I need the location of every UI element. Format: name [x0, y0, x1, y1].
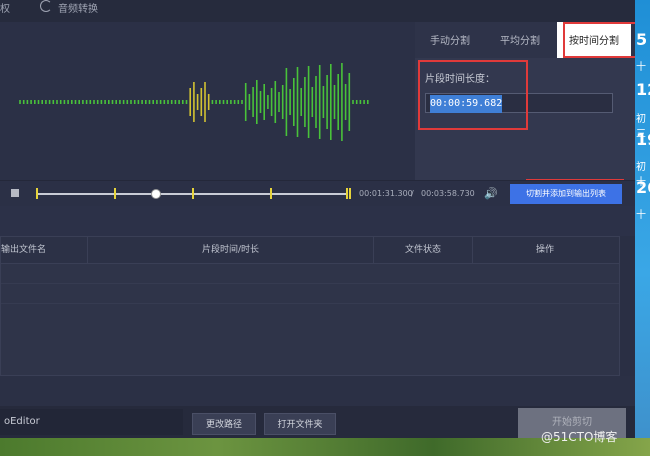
waveform-panel[interactable]	[0, 22, 415, 180]
split-and-add-button[interactable]: 切割并添加到输出列表	[510, 184, 622, 204]
calendar-day: 5	[636, 30, 648, 49]
col-output-filename[interactable]: 输出文件名	[1, 237, 88, 263]
refresh-icon	[40, 0, 52, 12]
row-divider	[1, 283, 619, 284]
highlight-segment-length	[418, 60, 528, 130]
col-file-status[interactable]: 文件状态	[374, 237, 473, 263]
stop-icon[interactable]	[11, 189, 19, 197]
calendar-lunar: 十	[636, 210, 646, 221]
segment-marker[interactable]	[36, 188, 38, 199]
segment-marker[interactable]	[114, 188, 116, 199]
current-time: 00:01:31.300	[359, 189, 413, 198]
segment-marker[interactable]	[349, 188, 351, 199]
segment-marker[interactable]	[346, 188, 348, 199]
open-folder-button[interactable]: 打开文件夹	[264, 413, 336, 435]
playhead-thumb[interactable]	[150, 189, 161, 199]
tab-manual-split[interactable]: 手动分割	[415, 22, 485, 58]
volume-icon[interactable]: 🔊	[484, 187, 498, 200]
row-divider	[1, 303, 619, 304]
bottom-spacer	[0, 376, 635, 406]
total-time: 00:03:58.730	[421, 189, 475, 198]
change-path-button[interactable]: 更改路径	[192, 413, 256, 435]
col-actions[interactable]: 操作	[473, 237, 617, 263]
audio-waveform	[19, 63, 369, 141]
list-header: 输出文件名 片段时间/时长 文件状态 操作	[1, 237, 619, 264]
top-toolbar: 权 音频转换	[0, 0, 635, 23]
list-toolbar	[0, 206, 635, 236]
segment-marker[interactable]	[270, 188, 272, 199]
toolbar-left-label[interactable]: 权	[0, 0, 10, 15]
output-list[interactable]: 输出文件名 片段时间/时长 文件状态 操作	[0, 236, 620, 376]
col-segment-time[interactable]: 片段时间/时长	[88, 237, 374, 263]
audio-convert-tab[interactable]: 音频转换	[58, 0, 98, 15]
output-path-field[interactable]: oEditor	[0, 409, 183, 435]
highlight-time-split-tab	[563, 22, 645, 58]
calendar-lunar: 十	[636, 62, 646, 73]
segment-marker[interactable]	[192, 188, 194, 199]
calendar-day: 12	[636, 80, 650, 99]
playback-bar: 00:01:31.300 / 00:03:58.730 🔊 切割并添加到输出列表	[0, 180, 635, 207]
calendar-day: 19	[636, 130, 650, 149]
time-separator: /	[411, 189, 414, 198]
calendar-day: 26	[636, 178, 650, 197]
tab-average-split[interactable]: 平均分割	[485, 22, 555, 58]
watermark: @51CTO博客	[541, 430, 618, 444]
